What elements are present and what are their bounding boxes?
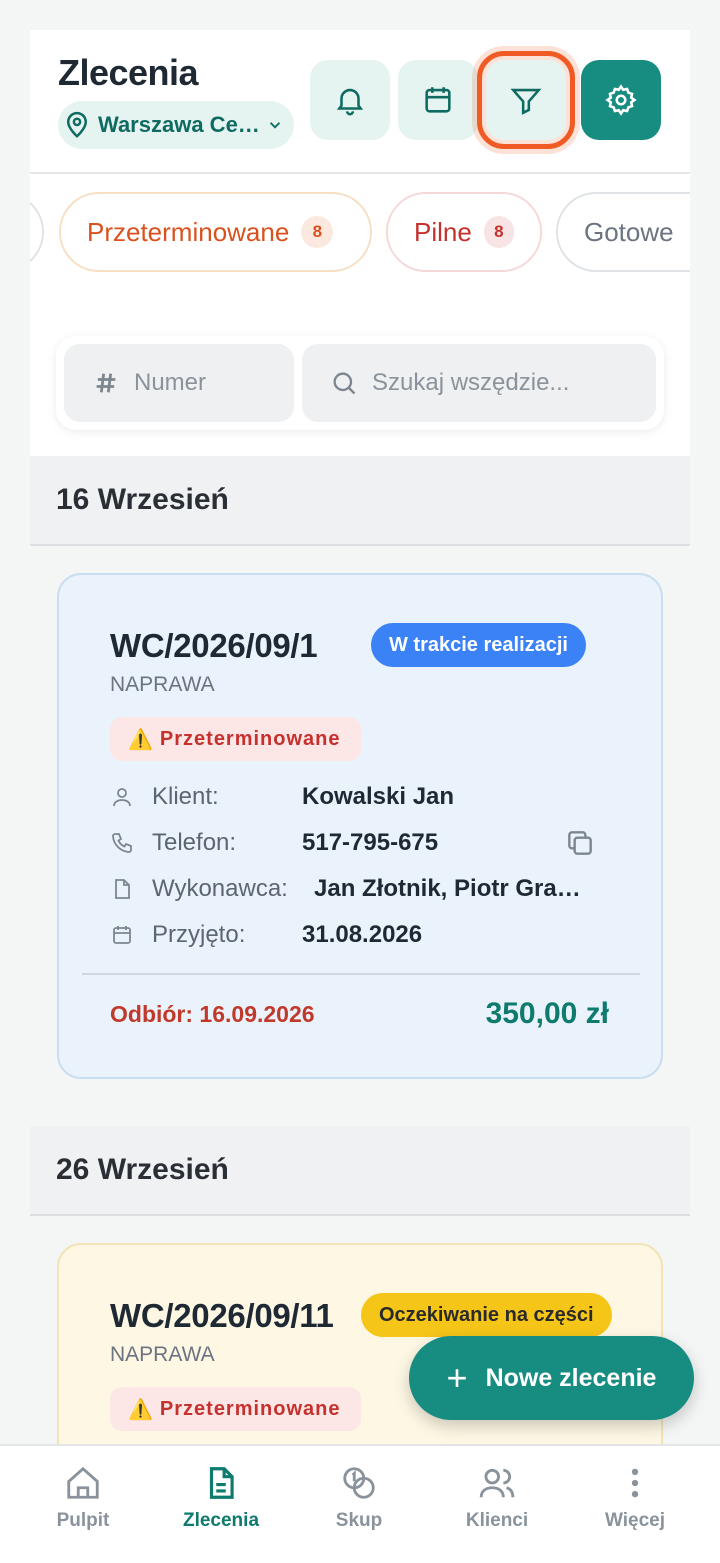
order-number-input[interactable]: Numer (64, 344, 294, 422)
accepted-row: Przyjęto: 31.08.2026 (110, 915, 422, 955)
order-price: 350,00 zł (485, 997, 609, 1030)
chip-urgent[interactable]: Pilne 8 (386, 192, 542, 272)
order-number-placeholder: Numer (134, 369, 207, 396)
gear-icon (605, 84, 637, 116)
calendar-icon (425, 87, 451, 113)
phone-icon (112, 833, 132, 853)
chevron-down-icon (269, 122, 280, 129)
new-order-button[interactable]: + Nowe zlecenie (409, 1336, 694, 1420)
phone-label: Telefon: (152, 829, 237, 856)
header: Zlecenia Warszawa Ce… (30, 30, 690, 172)
calendar-icon (113, 926, 131, 944)
nav-label: Klienci (465, 1510, 529, 1531)
notifications-button[interactable] (310, 60, 390, 140)
worker-row: Wykonawca: Jan Złotnik, Piotr Gra… (110, 869, 581, 909)
chip-overdue-label: Przeterminowane (87, 216, 290, 247)
chip-urgent-count: 8 (483, 216, 514, 248)
order-type: NAPRAWA (110, 1343, 215, 1366)
nav-item-pulpit[interactable]: Pulpit (14, 1464, 152, 1532)
plus-icon: + (446, 1357, 468, 1398)
warning-icon: ⚠️ (128, 728, 154, 751)
search-icon (333, 372, 356, 395)
client-label: Klient: (152, 783, 219, 810)
calendar-button[interactable] (398, 60, 478, 140)
overdue-label: Przeterminowane (159, 1397, 341, 1420)
chip-ready-label: Gotowe (584, 216, 674, 247)
home-icon (67, 1466, 99, 1499)
hash-icon (96, 373, 116, 393)
search-bar: Numer Szukaj wszędzie... (56, 336, 664, 430)
page-title: Zlecenia (58, 52, 199, 93)
app-screen: Zlecenia Warszawa Ce… Przeterminowane 8 … (30, 30, 690, 1561)
status-badge: Oczekiwanie na części (361, 1293, 612, 1337)
chip-urgent-label: Pilne (414, 216, 472, 247)
date-group-header: 26 Wrzesień (30, 1126, 690, 1216)
order-card[interactable]: WC/2026/09/1 NAPRAWA W trakcie realizacj… (57, 573, 663, 1079)
phone-row: Telefon: 517-795-675 (110, 823, 438, 863)
order-number: WC/2026/09/1 (110, 627, 318, 664)
order-type: NAPRAWA (110, 673, 215, 696)
client-row: Klient: Kowalski Jan (110, 777, 454, 817)
file-icon (115, 879, 130, 899)
nav-label: Zlecenia (182, 1510, 260, 1531)
pickup-date: Odbiór: 16.09.2026 (110, 1001, 315, 1027)
chip-overdue-count: 8 (301, 216, 334, 248)
status-badge: W trakcie realizacji (371, 623, 586, 667)
overdue-badge: ⚠️ Przeterminowane (110, 717, 361, 761)
bottom-nav: Pulpit Zlecenia Skup Klienci Więcej (0, 1444, 720, 1563)
accepted-date: 31.08.2026 (302, 921, 423, 948)
worker-names: Jan Złotnik, Piotr Gra… (314, 875, 581, 902)
settings-button[interactable] (581, 60, 661, 140)
nav-item-wiecej[interactable]: Więcej (566, 1464, 704, 1532)
nav-item-zlecenia[interactable]: Zlecenia (152, 1464, 290, 1532)
divider (82, 973, 640, 975)
nav-item-skup[interactable]: Skup (290, 1464, 428, 1532)
copy-icon[interactable] (564, 827, 596, 859)
nav-label: Pulpit (56, 1510, 110, 1531)
overdue-label: Przeterminowane (159, 727, 341, 750)
accepted-label: Przyjęto: (152, 921, 246, 948)
users-icon (479, 1468, 515, 1498)
location-selector[interactable]: Warszawa Ce… (58, 101, 294, 149)
chip-ready[interactable]: Gotowe (556, 192, 690, 272)
location-label: Warszawa Ce… (98, 112, 260, 137)
more-vertical-icon (631, 1468, 639, 1498)
nav-label: Skup (335, 1510, 383, 1531)
nav-label: Więcej (604, 1510, 666, 1531)
nav-item-klienci[interactable]: Klienci (428, 1464, 566, 1532)
chip-previous[interactable] (30, 192, 44, 272)
order-number: WC/2026/09/11 (110, 1297, 334, 1334)
search-input[interactable]: Szukaj wszędzie... (302, 344, 656, 422)
filter-icon (510, 88, 542, 115)
document-icon (209, 1467, 234, 1499)
filter-button[interactable] (477, 51, 575, 149)
bell-icon (336, 88, 364, 116)
new-order-label: Nowe zlecenie (485, 1363, 657, 1392)
phone-number[interactable]: 517-795-675 (302, 829, 438, 857)
overdue-badge: ⚠️ Przeterminowane (110, 1387, 361, 1431)
search-placeholder: Szukaj wszędzie... (372, 369, 570, 396)
filter-chips: Przeterminowane 8 Pilne 8 Gotowe (30, 172, 690, 298)
warning-icon: ⚠️ (128, 1398, 154, 1421)
user-icon (113, 788, 131, 807)
worker-label: Wykonawca: (152, 875, 288, 902)
chip-overdue[interactable]: Przeterminowane 8 (59, 192, 372, 272)
client-name: Kowalski Jan (302, 783, 455, 810)
date-group-header: 16 Wrzesień (30, 456, 690, 546)
map-pin-icon (66, 111, 88, 138)
coins-icon (343, 1467, 375, 1499)
